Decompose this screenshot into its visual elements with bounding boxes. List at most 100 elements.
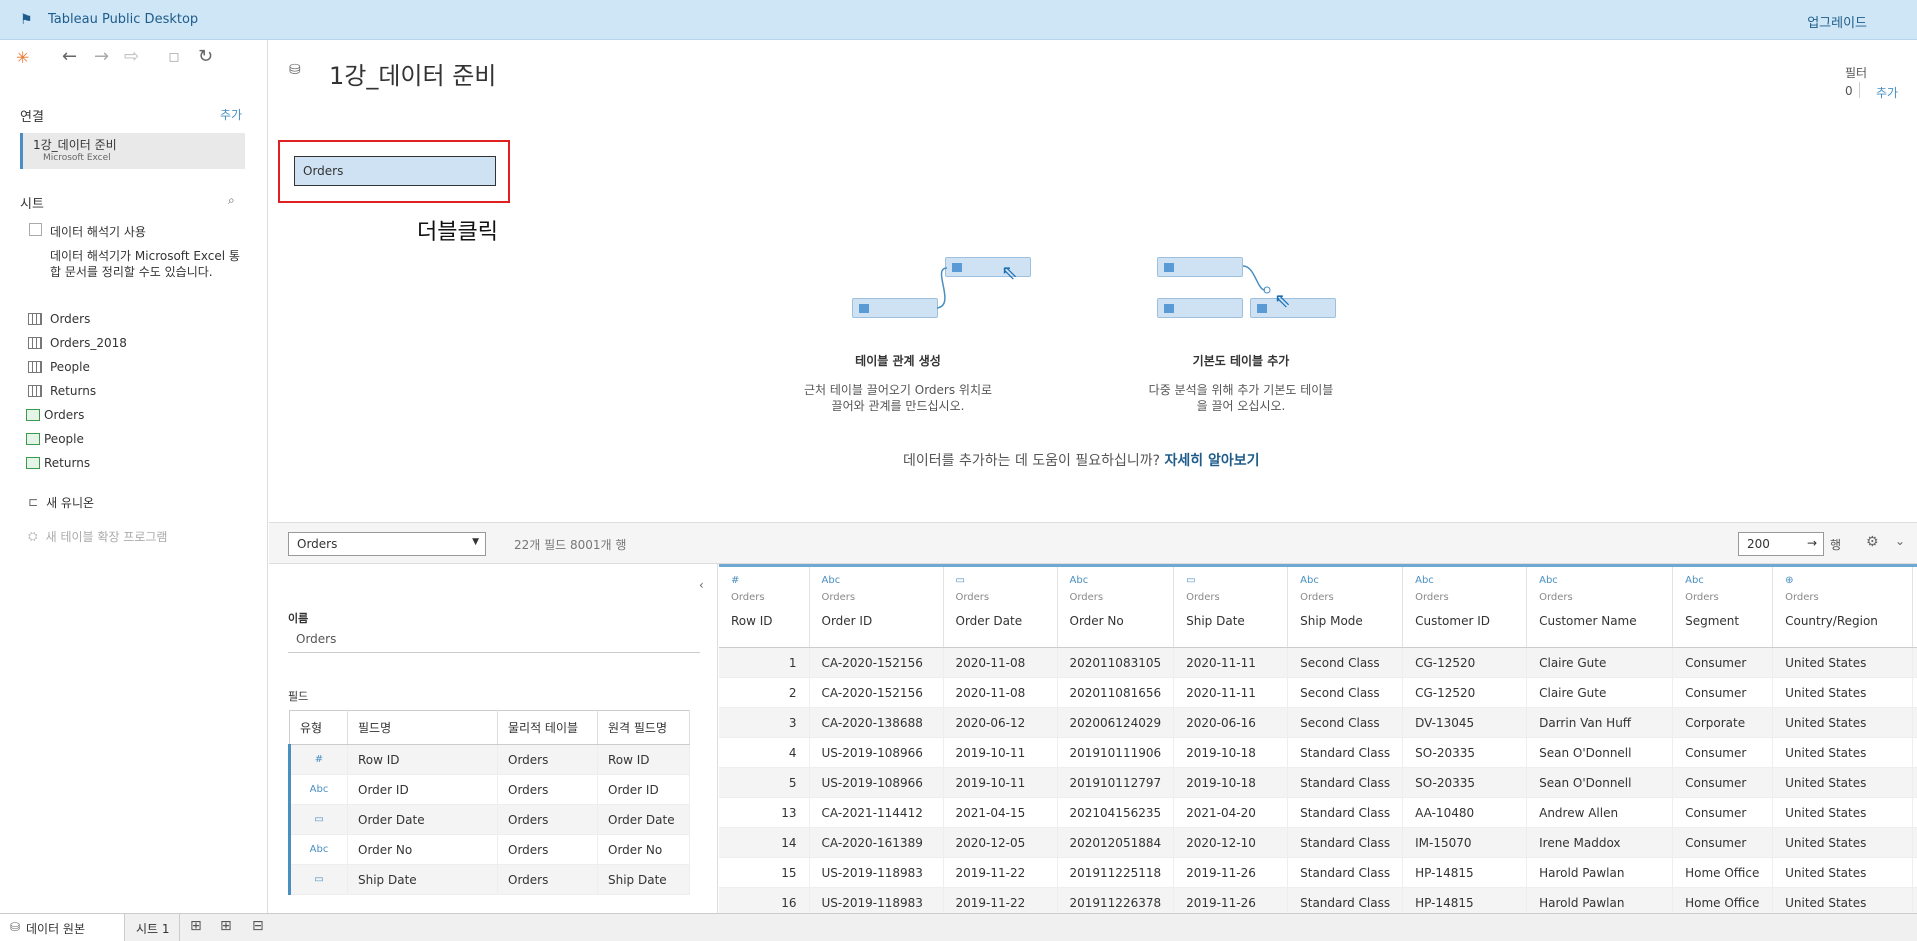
column-type-icon[interactable]: Abc bbox=[1685, 575, 1760, 589]
table-row: 1 CA-2020-152156 2020-11-08 202011083105 202… bbox=[719, 647, 1917, 678]
column-header[interactable]: Abc Orders Segment bbox=[1672, 564, 1774, 648]
table-cell: 2020-12-10 bbox=[1173, 827, 1289, 858]
save-icon[interactable]: ▫ bbox=[168, 46, 180, 67]
table-cell: Harold Pawlan bbox=[1526, 887, 1674, 913]
add-connection-link[interactable]: 추가 bbox=[220, 106, 242, 123]
annotation-double-click: 더블클릭 bbox=[417, 220, 498, 245]
sheet-item-people[interactable]: People bbox=[28, 358, 90, 376]
column-type-icon[interactable]: ▭ bbox=[1186, 575, 1275, 589]
upgrade-link[interactable]: 업그레이드 bbox=[1807, 12, 1867, 31]
column-type-icon[interactable]: Abc bbox=[1070, 575, 1162, 589]
tableau-home-icon[interactable]: ✳ bbox=[16, 48, 29, 67]
back-icon[interactable]: ← bbox=[62, 46, 77, 67]
datasource-icon[interactable]: ⛁ bbox=[289, 62, 301, 78]
named-range-orders[interactable]: Orders bbox=[26, 406, 84, 424]
column-name: Ship Mode bbox=[1300, 614, 1363, 628]
hint1-connector bbox=[936, 267, 948, 309]
new-worksheet-icon[interactable]: ⊞ bbox=[190, 918, 202, 934]
chevron-down-icon[interactable]: ⌄ bbox=[1895, 534, 1905, 548]
learn-more-link[interactable]: 자세히 알아보기 bbox=[1165, 453, 1260, 469]
table-cell: Claire Gute bbox=[1526, 647, 1674, 678]
field-row[interactable]: ▭ Order Date Orders Order Date bbox=[288, 804, 690, 835]
column-source: Orders bbox=[821, 592, 856, 603]
collapse-icon[interactable]: ‹ bbox=[699, 578, 704, 592]
table-cell: Fo bbox=[1912, 737, 1917, 768]
table-cell: 2019-10-18 bbox=[1173, 767, 1289, 798]
sheet-item-orders[interactable]: Orders bbox=[28, 310, 90, 328]
table-cell: 3 bbox=[719, 707, 810, 738]
gear-icon[interactable]: ⚙ bbox=[1866, 534, 1879, 550]
connection-item[interactable]: 1강_데이터 준비 Microsoft Excel bbox=[20, 133, 245, 169]
forward-icon[interactable]: → bbox=[94, 46, 109, 67]
help-text-row: 데이터를 추가하는 데 도움이 필요하십니까? 자세히 알아보기 bbox=[903, 450, 1260, 470]
extension-icon: ⛭ bbox=[28, 528, 38, 543]
arrow-right-icon[interactable]: → bbox=[1807, 536, 1817, 550]
redo-icon[interactable]: ⇨ bbox=[124, 46, 139, 67]
column-header[interactable]: ▭ Orders Order Date bbox=[943, 564, 1058, 648]
column-type-icon[interactable]: Abc bbox=[822, 575, 931, 589]
union-icon: ⊏ bbox=[28, 495, 39, 509]
table-cell: Consumer bbox=[1672, 647, 1774, 678]
hint2-connector bbox=[1242, 265, 1271, 294]
field-row[interactable]: # Row ID Orders Row ID bbox=[288, 744, 690, 775]
interpreter-checkbox[interactable] bbox=[29, 223, 42, 236]
table-cell: 2019-10-11 bbox=[943, 737, 1058, 768]
col-header-remote-field[interactable]: 원격 필드명 bbox=[597, 710, 690, 745]
col-header-type[interactable]: 유형 bbox=[289, 710, 348, 745]
help-text: 데이터를 추가하는 데 도움이 필요하십니까? bbox=[903, 453, 1161, 469]
column-header[interactable]: Abc Orders Customer ID bbox=[1402, 564, 1528, 648]
table-cell: AA-10480 bbox=[1402, 797, 1528, 828]
data-table: # Orders Row ID Abc Orders Order ID ▭ Orders Ord… bbox=[719, 564, 1917, 913]
table-pill-orders[interactable]: Orders bbox=[294, 156, 496, 186]
field-row[interactable]: Abc Order ID Orders Order ID bbox=[288, 774, 690, 805]
tab-sheet-1[interactable]: 시트 1 bbox=[126, 914, 180, 941]
column-type-icon[interactable]: Abc bbox=[1415, 575, 1514, 589]
column-type-icon[interactable]: ▭ bbox=[956, 575, 1045, 589]
table-cell: 14 bbox=[719, 827, 810, 858]
field-row[interactable]: Abc Order No Orders Order No bbox=[288, 834, 690, 865]
new-extension-item[interactable]: ⛭ 새 테이블 확장 프로그램 bbox=[28, 527, 167, 545]
col-header-field-name[interactable]: 필드명 bbox=[347, 710, 498, 745]
rows-input[interactable]: 200 → bbox=[1738, 532, 1824, 556]
new-union-item[interactable]: ⊏ 새 유니온 bbox=[28, 493, 94, 511]
column-type-icon[interactable]: Abc bbox=[1300, 575, 1390, 589]
refresh-icon[interactable]: ↻ bbox=[198, 46, 213, 67]
table-cell: United States bbox=[1772, 887, 1914, 913]
table-select[interactable]: Orders ▼ bbox=[288, 532, 486, 556]
sheet-item-returns[interactable]: Returns bbox=[28, 382, 96, 400]
table-cell: Home Office bbox=[1672, 887, 1774, 913]
field-cell: Order ID bbox=[347, 774, 498, 805]
tab-data-source[interactable]: ⛁ 데이터 원본 bbox=[0, 914, 125, 941]
search-icon[interactable]: ⌕ bbox=[228, 193, 235, 208]
column-name: Customer Name bbox=[1539, 614, 1637, 628]
col-header-physical-table[interactable]: 물리적 테이블 bbox=[497, 710, 598, 745]
name-value[interactable]: Orders bbox=[296, 632, 336, 646]
title-bar: ⚑ Tableau Public Desktop 업그레이드 bbox=[0, 0, 1917, 40]
column-header[interactable]: ▭ Orders Ship Date bbox=[1173, 564, 1289, 648]
column-type-icon[interactable]: Abc bbox=[1539, 575, 1660, 589]
column-header[interactable]: ⊕OrCi bbox=[1912, 564, 1917, 648]
column-type-icon[interactable]: ⊕ bbox=[1785, 575, 1900, 589]
new-story-icon[interactable]: ⊟ bbox=[252, 918, 264, 934]
column-type-icon[interactable]: # bbox=[731, 575, 797, 589]
column-name: Order Date bbox=[955, 614, 1023, 628]
column-header[interactable]: Abc Orders Order No bbox=[1057, 564, 1175, 648]
column-header[interactable]: Abc Orders Ship Mode bbox=[1287, 564, 1404, 648]
named-range-returns[interactable]: Returns bbox=[26, 454, 90, 472]
table-cell: Fo bbox=[1912, 857, 1917, 888]
table-cell: Claire Gute bbox=[1526, 677, 1674, 708]
column-header[interactable]: Abc Orders Order ID bbox=[809, 564, 944, 648]
column-header[interactable]: ⊕ Orders Country/Region bbox=[1772, 564, 1914, 648]
named-range-people[interactable]: People bbox=[26, 430, 84, 448]
field-cell: Order No bbox=[347, 834, 498, 865]
table-cell: 2019-11-26 bbox=[1173, 857, 1289, 888]
column-header[interactable]: # Orders Row ID bbox=[719, 564, 810, 648]
sheet-item-orders-2018[interactable]: Orders_2018 bbox=[28, 334, 127, 352]
field-row[interactable]: ▭ Ship Date Orders Ship Date bbox=[288, 864, 690, 895]
datasource-title[interactable]: 1강_데이터 준비 bbox=[329, 56, 496, 91]
filters-add-link[interactable]: 추가 bbox=[1876, 84, 1898, 101]
new-dashboard-icon[interactable]: ⊞ bbox=[220, 918, 232, 934]
column-header[interactable]: Abc Orders Customer Name bbox=[1526, 564, 1674, 648]
table-cell: US-2019-108966 bbox=[809, 737, 944, 768]
table-row: 5 US-2019-108966 2019-10-11 201910112797 201… bbox=[719, 767, 1917, 798]
